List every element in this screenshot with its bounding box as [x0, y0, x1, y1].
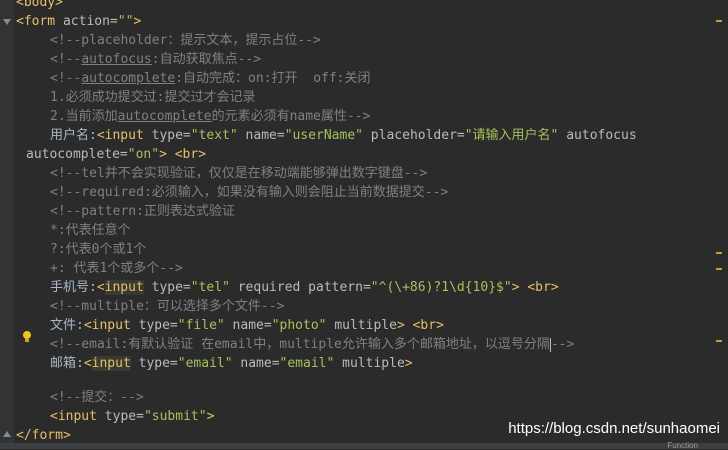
- scrollbar-markers[interactable]: [716, 0, 722, 449]
- code-line: <input type="submit">: [50, 409, 215, 424]
- editor-gutter: [0, 0, 14, 449]
- watermark-text: https://blog.csdn.net/sunhaomei: [508, 420, 720, 437]
- code-line: <!--multiple：可以选择多个文件-->: [50, 299, 285, 314]
- status-bar: [0, 443, 728, 449]
- code-line: <!--autocomplete:自动完成：on:打开 off:关闭: [50, 71, 371, 86]
- code-line: ?:代表0个或1个: [50, 242, 147, 257]
- code-line: 2.当前添加autocomplete的元素必须有name属性-->: [50, 109, 371, 124]
- code-line: autocomplete="on"> <br>: [26, 147, 207, 162]
- fold-expand-icon[interactable]: [3, 431, 11, 437]
- code-editor[interactable]: <body> <form action=""> <!--placeholder：…: [0, 0, 728, 449]
- code-line: 手机号:<input type="tel" required pattern="…: [50, 280, 559, 295]
- code-line: 邮箱:<input type="email" name="email" mult…: [50, 356, 413, 371]
- code-line: 1.必须成功提交过:提交过才会记录: [50, 90, 256, 105]
- code-line: <!--required:必须输入，如果没有输入则会阻止当前数据提交-->: [50, 185, 449, 200]
- code-line: <!--email:有默认验证 在email中，multiple允许输入多个邮箱…: [50, 337, 575, 352]
- code-line: <!--placeholder：提示文本，提示占位-->: [50, 33, 321, 48]
- code-line: <body>: [16, 0, 63, 10]
- code-line: <!--tel并不会实现验证，仅仅是在移动端能够弹出数字键盘-->: [50, 166, 428, 181]
- code-line: <!--pattern:正则表达式验证: [50, 204, 235, 219]
- lightbulb-icon[interactable]: [22, 331, 32, 343]
- code-line: *:代表任意个: [50, 223, 131, 238]
- code-line: 用户名:<input type="text" name="userName" p…: [50, 128, 637, 143]
- code-line: <!--autofocus:自动获取焦点-->: [50, 52, 262, 67]
- code-line: 文件:<input type="file" name="photo" multi…: [50, 318, 444, 333]
- code-line: +: 代表1个或多个-->: [50, 261, 183, 276]
- code-line: <!--提交：-->: [50, 390, 144, 405]
- fold-collapse-icon[interactable]: [3, 19, 11, 25]
- code-line: <form action="">: [16, 14, 142, 29]
